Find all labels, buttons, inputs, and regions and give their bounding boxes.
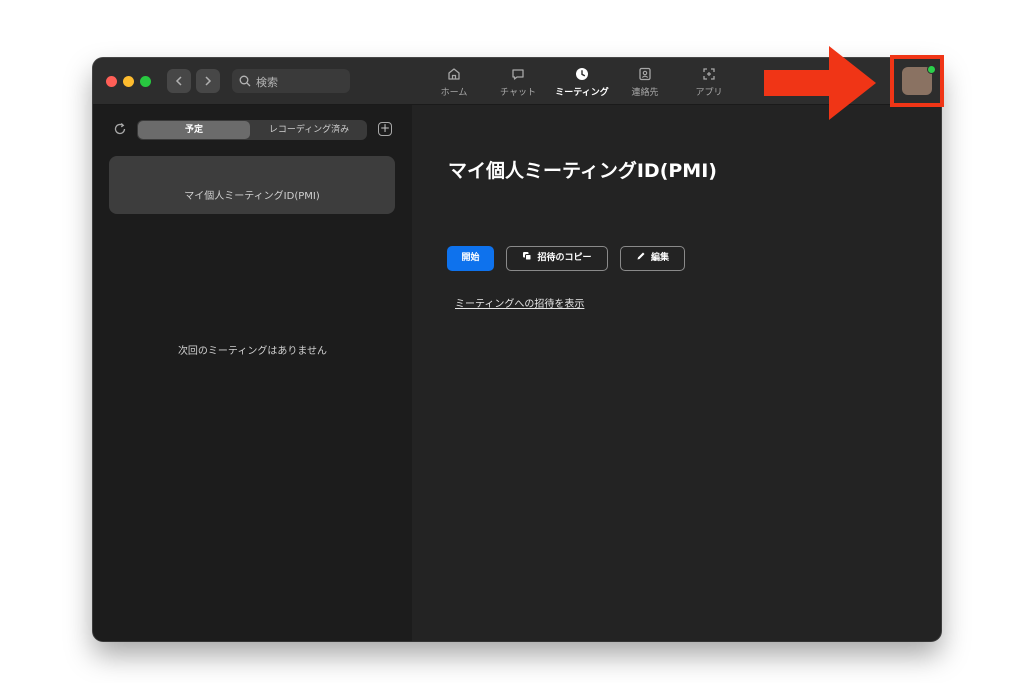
edit-button[interactable]: 編集: [620, 246, 685, 271]
tab-contacts-label: 連絡先: [631, 88, 659, 98]
back-button[interactable]: [167, 69, 191, 93]
home-icon: [448, 68, 460, 80]
contacts-icon: [639, 67, 651, 81]
zoom-window-button[interactable]: [140, 76, 151, 87]
avatar-highlight-box: [890, 55, 944, 107]
start-button[interactable]: 開始: [447, 246, 494, 271]
pencil-icon: [637, 252, 645, 260]
tab-home[interactable]: ホーム: [439, 66, 469, 100]
segment-upcoming[interactable]: 予定: [138, 121, 250, 139]
show-invite-link[interactable]: ミーティングへの招待を表示: [455, 295, 584, 310]
zoom-app-window: 検索 ホーム チャット ミーティング 連絡先 アプリ 予定 レコーディング済み …: [93, 58, 941, 641]
tab-home-label: ホーム: [440, 88, 468, 98]
tab-apps[interactable]: アプリ: [693, 66, 725, 100]
meetings-sidebar: 予定 レコーディング済み + マイ個人ミーティングID(PMI) 次回のミーティ…: [93, 105, 412, 641]
page-title: マイ個人ミーティングID(PMI): [448, 160, 717, 182]
pmi-meeting-card[interactable]: マイ個人ミーティングID(PMI): [109, 156, 395, 214]
clock-icon: [576, 68, 588, 80]
search-input[interactable]: 検索: [232, 69, 350, 93]
tab-chat[interactable]: チャット: [498, 66, 538, 100]
chevron-right-icon: [205, 76, 212, 86]
copy-invite-button[interactable]: 招待のコピー: [506, 246, 608, 271]
forward-button[interactable]: [196, 69, 220, 93]
close-window-button[interactable]: [106, 76, 117, 87]
meetings-segmented-control: 予定 レコーディング済み: [137, 120, 367, 140]
tab-meetings-label: ミーティング: [555, 88, 609, 98]
copy-icon: [523, 252, 532, 261]
tab-contacts[interactable]: 連絡先: [629, 66, 661, 100]
plus-icon: +: [379, 121, 391, 135]
tab-meetings[interactable]: ミーティング: [554, 66, 610, 100]
red-arrow-annotation: [764, 46, 876, 120]
apps-icon: [703, 68, 715, 80]
segment-recorded[interactable]: レコーディング済み: [251, 121, 367, 139]
copy-invite-label: 招待のコピー: [537, 253, 592, 263]
search-icon: [239, 75, 251, 87]
search-placeholder: 検索: [256, 76, 278, 89]
pmi-meeting-card-label: マイ個人ミーティングID(PMI): [184, 191, 320, 202]
tab-chat-label: チャット: [500, 88, 536, 98]
start-button-label: 開始: [461, 253, 480, 263]
tab-apps-label: アプリ: [695, 88, 723, 98]
add-meeting-button[interactable]: +: [378, 122, 392, 136]
chevron-left-icon: [175, 76, 182, 86]
edit-label: 編集: [650, 253, 669, 263]
minimize-window-button[interactable]: [123, 76, 134, 87]
chat-icon: [512, 69, 524, 80]
online-status-indicator: [927, 65, 936, 74]
no-upcoming-meetings-message: 次回のミーティングはありません: [177, 346, 328, 357]
refresh-icon[interactable]: [113, 122, 127, 136]
